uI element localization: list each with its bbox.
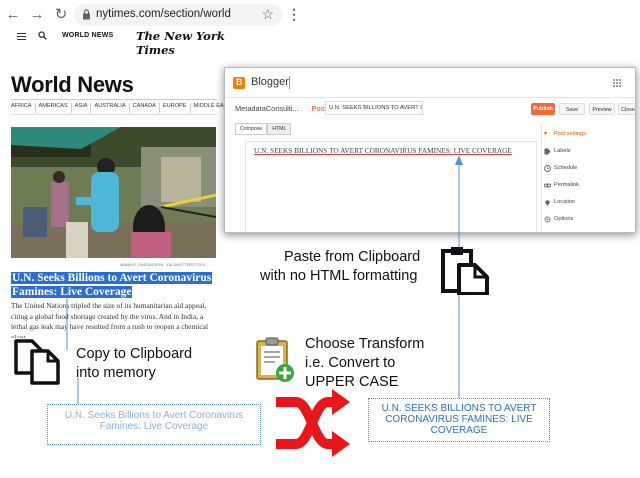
paste-caption-line-1: Paste from Clipboard [284, 249, 421, 265]
clipboard-add-icon [256, 337, 294, 382]
copy-caption-line-1: Copy to Clipboard [76, 346, 193, 362]
source-text-line-1: U.N. Seeks Billions to Avert Coronavirus [64, 410, 244, 421]
source-text-line-2: Famines: Live Coverage [99, 421, 209, 432]
transform-caption-line-2: i.e. Convert to [305, 355, 396, 371]
source-text-box: U.N. Seeks Billions to Avert Coronavirus… [47, 404, 261, 445]
result-text-box: U.N. SEEKS BILLIONS TO AVERT CORONAVIRUS… [368, 398, 550, 442]
paste-caption-line-2: with no HTML formatting [260, 268, 418, 284]
arrowhead-icon [455, 155, 463, 165]
result-text-line-1: U.N. SEEKS BILLIONS TO AVERT [381, 403, 537, 414]
result-text-line-2: CORONAVIRUS FAMINES: LIVE [385, 414, 533, 425]
transform-caption-line-1: Choose Transform [305, 336, 425, 352]
copy-caption-line-2: into memory [76, 365, 156, 381]
result-text-line-3: COVERAGE [430, 425, 488, 436]
paste-icon [441, 247, 489, 295]
shuffle-icon [276, 389, 350, 457]
copy-icon [14, 339, 60, 385]
